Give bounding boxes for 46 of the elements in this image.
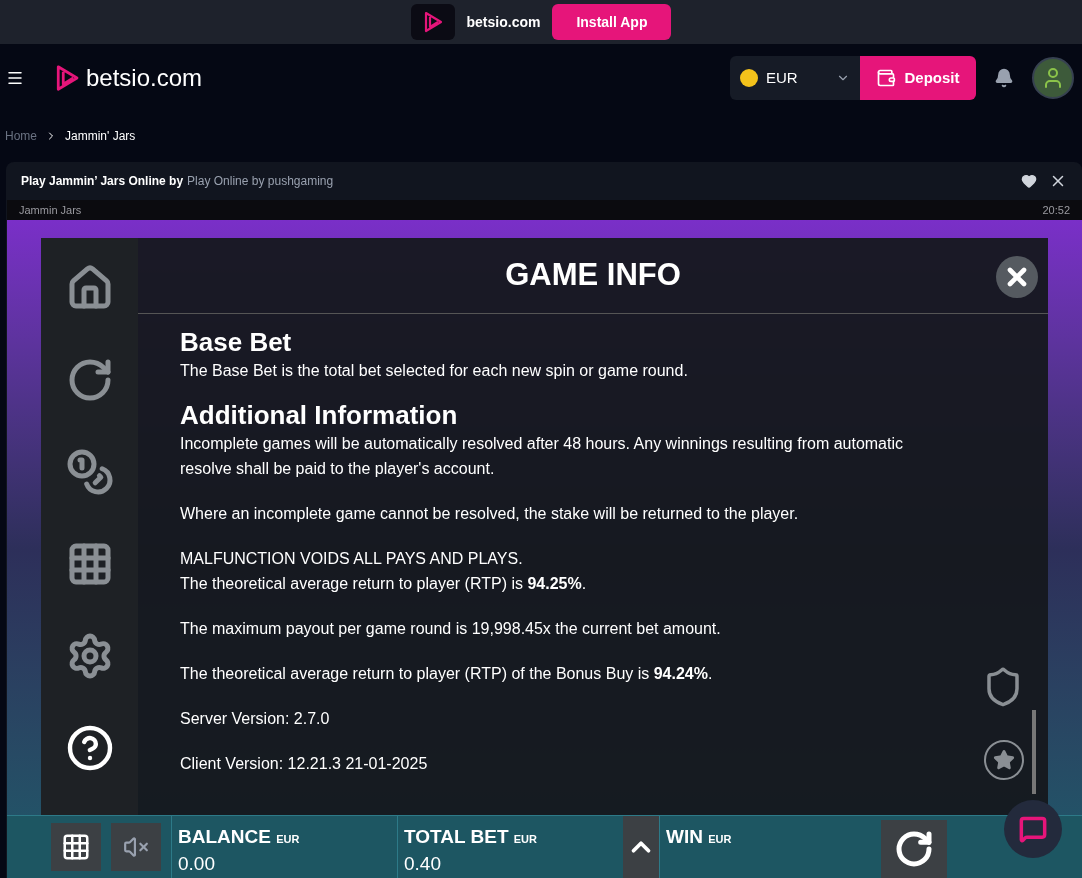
breadcrumb-link[interactable]: Home: [5, 127, 37, 145]
help-icon[interactable]: [65, 724, 114, 772]
meter-value: 0.00: [178, 852, 216, 876]
frame-title: Jammin Jars: [19, 202, 82, 218]
info-paragraph: The Base Bet is the total bet selected for each new spin or game round.: [180, 361, 688, 381]
star-icon: [993, 749, 1015, 771]
chat-icon: [1019, 815, 1047, 843]
info-paragraph: The theoretical average return to player (RTP) of the Bonus Buy is 94.24%.: [180, 664, 713, 684]
close-button[interactable]: [996, 256, 1038, 298]
coins-icon[interactable]: [65, 448, 114, 496]
breadcrumb-link[interactable]: Jammin' Jars: [65, 127, 136, 145]
bell-icon[interactable]: [994, 68, 1014, 88]
avatar[interactable]: [1032, 57, 1074, 99]
heart-icon[interactable]: [1021, 173, 1037, 189]
section-heading: Base Bet: [180, 326, 293, 358]
muted-speaker-icon: [123, 834, 149, 860]
banner-site-name: betsio.com: [466, 12, 541, 32]
panel-title: GAME INFO: [505, 256, 681, 295]
meter-value: 0.40: [404, 852, 442, 876]
star-button[interactable]: [984, 740, 1024, 780]
currency-selector[interactable]: EUR: [730, 56, 860, 100]
info-paragraph: Where an incomplete game cannot be resolved, the stake will be returned to the player.: [180, 504, 799, 524]
menu-icon[interactable]: [6, 69, 24, 87]
info-paragraph: Server Version: 2.7.0: [180, 709, 330, 729]
autoplay-button[interactable]: [881, 820, 947, 878]
info-paragraph: Client Version: 12.21.3 21-01-2025: [180, 754, 428, 774]
game-title: Play Jammin’ Jars Online by: [21, 173, 184, 190]
game-provider: Play Online by pushgaming: [187, 173, 334, 190]
install-app-button[interactable]: Install App: [552, 4, 672, 40]
meter-label: BALANCE EUR: [178, 826, 301, 849]
deposit-button[interactable]: Deposit: [860, 56, 976, 100]
expand-button[interactable]: [623, 816, 659, 878]
info-paragraph: Incomplete games will be automatically resolved after 48 hours. Any winnings resulting from automatic resolve shall be paid to the player's account.: [180, 434, 904, 479]
meter-label: WIN EUR: [666, 826, 733, 849]
menu-grid-button[interactable]: [51, 823, 101, 871]
meter-label: TOTAL BET EUR: [404, 826, 538, 849]
info-paragraph: MALFUNCTION VOIDS ALL PAYS AND PLAYS. The theoretical average return to player (RTP) is 94.25%.: [180, 549, 587, 594]
section-heading: Additional Information: [180, 399, 459, 431]
autoplay-icon: [894, 829, 934, 869]
info-paragraph: The maximum payout per game round is 19,998.45x the current bet amount.: [180, 619, 721, 639]
euro-coin-icon: [740, 69, 758, 87]
clock-time: 20:52: [1042, 202, 1070, 218]
site-logo-text[interactable]: betsio.com: [86, 60, 203, 96]
wallet-icon: [876, 68, 897, 88]
mute-button[interactable]: [111, 823, 161, 871]
grid-icon: [61, 832, 91, 862]
